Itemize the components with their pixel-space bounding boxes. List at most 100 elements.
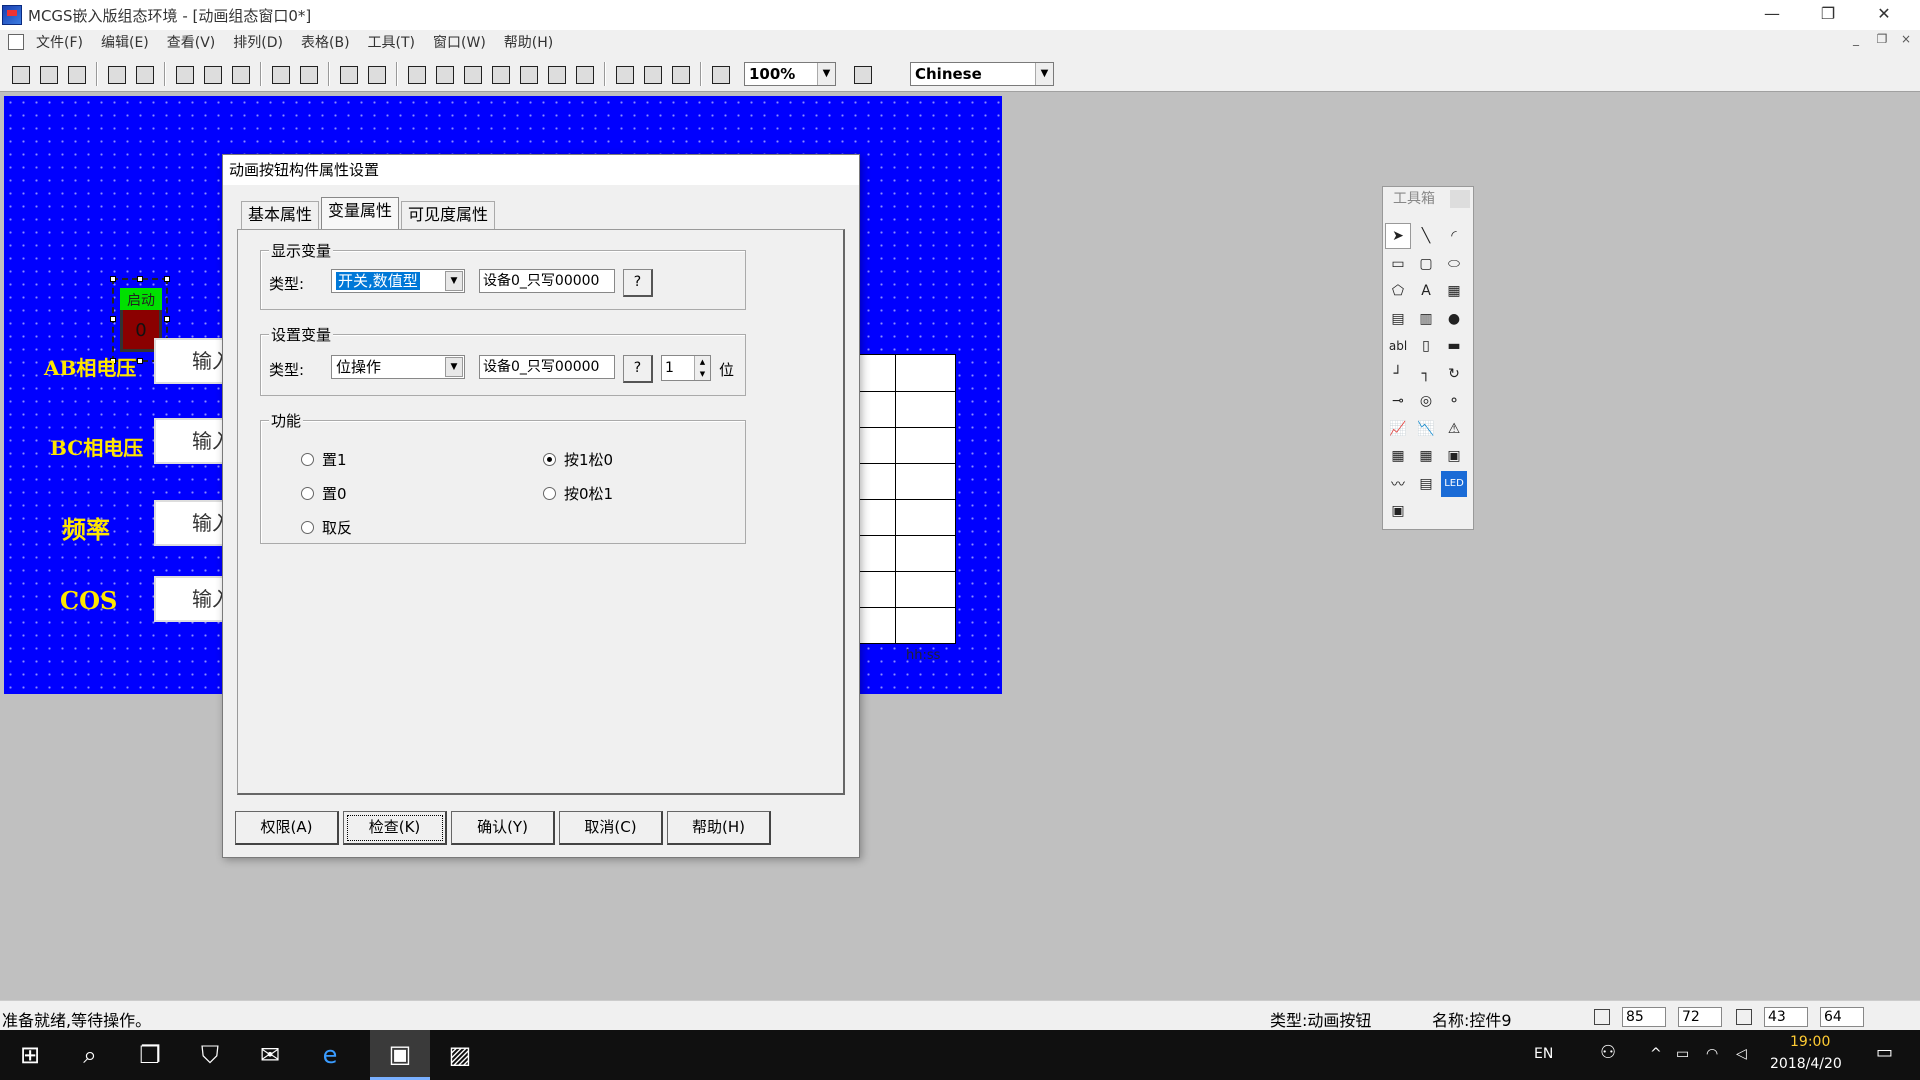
mcgs-app-icon[interactable]: ▣ xyxy=(370,1030,430,1080)
animation-icon[interactable]: ▤ xyxy=(1385,306,1411,332)
display-variable-browse-button[interactable]: ? xyxy=(623,269,653,297)
menu-arrange[interactable]: 排列(D) xyxy=(233,32,283,52)
undo-icon[interactable] xyxy=(268,62,292,86)
check-icon[interactable] xyxy=(640,62,664,86)
grid-icon[interactable] xyxy=(572,62,596,86)
label-bc-voltage[interactable]: BC相电压 xyxy=(50,432,143,461)
tools-icon[interactable] xyxy=(336,62,360,86)
toolbox-toggle-icon[interactable] xyxy=(364,62,388,86)
radio-button[interactable] xyxy=(301,521,314,534)
arc-icon[interactable]: ◜ xyxy=(1441,223,1467,249)
menu-view[interactable]: 查看(V) xyxy=(167,32,216,52)
edge-icon[interactable]: e xyxy=(300,1030,360,1080)
minimize-button[interactable]: — xyxy=(1744,0,1800,30)
save-icon[interactable] xyxy=(64,62,88,86)
check-button[interactable]: 检查(K) xyxy=(343,811,447,845)
tab-basic[interactable]: 基本属性 xyxy=(241,201,320,229)
ime-indicator[interactable]: EN xyxy=(1534,1046,1553,1062)
download-icon[interactable] xyxy=(668,62,692,86)
bit-spinner[interactable]: 1 ▲ ▼ xyxy=(661,355,711,381)
rounded-rect-icon[interactable]: ▢ xyxy=(1413,251,1439,277)
text-color-icon[interactable] xyxy=(460,62,484,86)
menu-tools[interactable]: 工具(T) xyxy=(368,32,415,52)
spinner-arrows-icon[interactable]: ▲ ▼ xyxy=(694,356,710,380)
font-icon[interactable] xyxy=(488,62,512,86)
line-type-icon[interactable] xyxy=(516,62,540,86)
function-option-4[interactable]: 按1松0 xyxy=(543,449,613,470)
context-help-icon[interactable] xyxy=(708,62,732,86)
toolbox-header[interactable]: 工具箱 xyxy=(1383,187,1473,211)
document-icon[interactable] xyxy=(8,34,24,50)
pointer-icon[interactable]: ➤ xyxy=(1385,223,1411,249)
selection-handle[interactable] xyxy=(110,276,116,282)
history-trend-icon[interactable]: 📉 xyxy=(1413,416,1439,442)
align-icon[interactable] xyxy=(544,62,568,86)
print-icon[interactable] xyxy=(104,62,128,86)
input-box-icon[interactable]: abl xyxy=(1385,333,1411,359)
chevron-down-icon[interactable]: ▼ xyxy=(1035,63,1053,85)
tab-visibility[interactable]: 可见度属性 xyxy=(401,201,496,229)
search-icon[interactable]: ⌕ xyxy=(60,1030,120,1080)
restore-button[interactable]: ❐ xyxy=(1800,0,1856,30)
ellipse-icon[interactable]: ⬭ xyxy=(1441,251,1467,277)
valve-icon[interactable]: ⊸ xyxy=(1385,388,1411,414)
rotate-icon[interactable]: ↻ xyxy=(1441,361,1467,387)
trend-icon[interactable]: 📈 xyxy=(1385,416,1411,442)
tab-variable[interactable]: 变量属性 xyxy=(321,197,400,229)
flow-icon[interactable]: ┐ xyxy=(1413,361,1439,387)
radio-button[interactable] xyxy=(301,487,314,500)
copy-icon[interactable] xyxy=(200,62,224,86)
symbol-icon[interactable]: ⚬ xyxy=(1441,388,1467,414)
zoom-select[interactable]: 100% ▼ xyxy=(744,62,836,86)
close-button[interactable]: ✕ xyxy=(1856,0,1912,30)
radio-button[interactable] xyxy=(543,487,556,500)
paste-icon[interactable] xyxy=(228,62,252,86)
line-icon[interactable]: ╲ xyxy=(1413,223,1439,249)
display-variable-input[interactable]: 设备0_只写00000 xyxy=(479,269,615,293)
task-view-icon[interactable]: ❐ xyxy=(120,1030,180,1080)
function-option-5[interactable]: 按0松1 xyxy=(543,483,613,504)
wifi-icon[interactable]: ◠ xyxy=(1706,1046,1718,1062)
mdi-restore-button[interactable]: ❐ xyxy=(1872,32,1892,46)
selection-handle[interactable] xyxy=(164,276,170,282)
chevron-down-icon[interactable]: ▼ xyxy=(817,63,835,85)
mdi-close-button[interactable]: × xyxy=(1896,32,1916,46)
menu-table[interactable]: 表格(B) xyxy=(301,32,350,52)
rectangle-icon[interactable]: ▭ xyxy=(1385,251,1411,277)
fill-color-icon[interactable] xyxy=(404,62,428,86)
text-icon[interactable]: A xyxy=(1413,278,1439,304)
redo-icon[interactable] xyxy=(296,62,320,86)
curve-icon[interactable]: 〰 xyxy=(1385,471,1411,497)
label-ab-voltage[interactable]: AB相电压 xyxy=(44,352,136,381)
cancel-button[interactable]: 取消(C) xyxy=(559,811,663,845)
people-icon[interactable]: ⚇ xyxy=(1600,1042,1616,1063)
selection-handle[interactable] xyxy=(110,316,116,322)
radio-button[interactable] xyxy=(543,453,556,466)
menu-edit[interactable]: 编辑(E) xyxy=(101,32,149,52)
led-icon[interactable]: LED xyxy=(1441,470,1467,497)
confirm-button[interactable]: 确认(Y) xyxy=(451,811,555,845)
display-type-select[interactable]: 开关,数值型 ▼ xyxy=(331,269,465,293)
label-frequency[interactable]: 频率 xyxy=(62,510,110,545)
print-preview-icon[interactable] xyxy=(132,62,156,86)
menu-window[interactable]: 窗口(W) xyxy=(433,32,486,52)
custom-table-icon[interactable]: ▦ xyxy=(1413,443,1439,469)
set-variable-browse-button[interactable]: ? xyxy=(623,355,653,383)
label-cos[interactable]: COS xyxy=(60,586,117,615)
meter-icon[interactable]: ◎ xyxy=(1413,388,1439,414)
battery-icon[interactable]: ▭ xyxy=(1676,1046,1689,1062)
frame-icon[interactable]: ▣ xyxy=(1385,498,1411,524)
menu-help[interactable]: 帮助(H) xyxy=(504,32,553,52)
language-select[interactable]: Chinese ▼ xyxy=(910,62,1054,86)
slider-icon[interactable]: ▯ xyxy=(1413,333,1439,359)
set-type-select[interactable]: 位操作 ▼ xyxy=(331,355,465,379)
line-color-icon[interactable] xyxy=(432,62,456,86)
new-window-icon[interactable] xyxy=(8,62,32,86)
dynamic-icon[interactable]: ▥ xyxy=(1413,306,1439,332)
windows-start-icon[interactable]: ⊞ xyxy=(0,1030,60,1080)
selection-handle[interactable] xyxy=(137,276,143,282)
radio-button[interactable] xyxy=(301,453,314,466)
chevron-down-icon[interactable]: ▼ xyxy=(445,357,463,377)
chevron-down-icon[interactable]: ▼ xyxy=(445,271,463,291)
bitmap-icon[interactable]: ▦ xyxy=(1441,278,1467,304)
